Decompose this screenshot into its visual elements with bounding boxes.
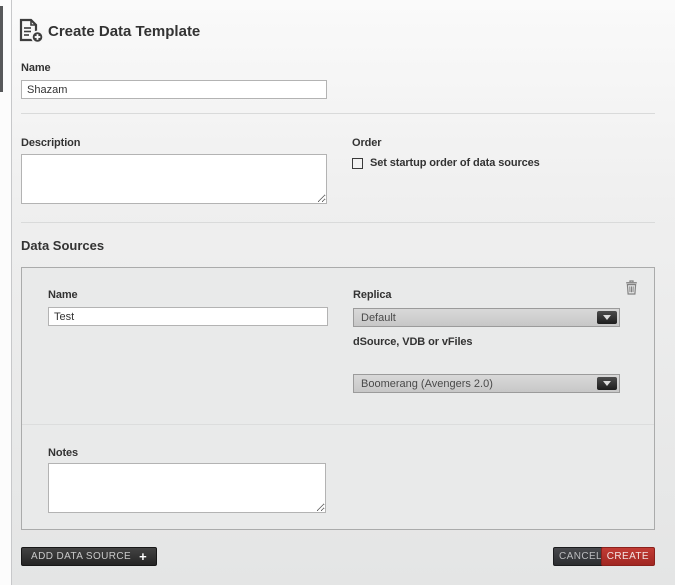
startup-order-checkbox-row[interactable]: Set startup order of data sources: [352, 157, 540, 169]
replica-dropdown-arrow-button[interactable]: [597, 311, 617, 324]
chevron-down-icon: [603, 315, 611, 320]
plus-icon: +: [139, 550, 147, 563]
divider-2: [21, 222, 655, 223]
ds-name-input[interactable]: [48, 307, 328, 326]
notes-textarea[interactable]: [48, 463, 326, 513]
replica-dropdown[interactable]: Default: [353, 308, 620, 327]
cancel-button-label: CANCEL: [559, 551, 602, 562]
add-data-source-button[interactable]: ADD DATA SOURCE +: [21, 547, 157, 566]
notes-label: Notes: [48, 447, 78, 459]
name-label: Name: [21, 62, 51, 74]
divider-1: [21, 113, 655, 114]
data-source-card: Name Replica Default dSource, VDB or vFi…: [21, 267, 655, 530]
dsource-label: dSource, VDB or vFiles: [353, 336, 472, 348]
dsource-dropdown[interactable]: Boomerang (Avengers 2.0): [353, 374, 620, 393]
startup-order-checkbox[interactable]: [352, 158, 363, 169]
cancel-button[interactable]: CANCEL: [553, 547, 608, 566]
ds-name-label: Name: [48, 289, 78, 301]
delete-data-source-button[interactable]: [625, 280, 638, 300]
window-edge-artifact: [0, 6, 3, 92]
create-button[interactable]: CREATE: [601, 547, 655, 566]
add-data-source-label: ADD DATA SOURCE: [31, 551, 131, 562]
page-title: Create Data Template: [48, 23, 200, 40]
ds-inner-divider: [22, 424, 654, 425]
description-textarea[interactable]: [21, 154, 327, 204]
create-template-icon: [17, 18, 44, 49]
dsource-selected-value: Boomerang (Avengers 2.0): [361, 378, 493, 390]
dsource-dropdown-arrow-button[interactable]: [597, 377, 617, 390]
data-sources-heading: Data Sources: [21, 238, 104, 253]
chevron-down-icon: [603, 381, 611, 386]
description-label: Description: [21, 137, 80, 149]
create-button-label: CREATE: [607, 551, 649, 562]
name-input[interactable]: [21, 80, 327, 99]
startup-order-checkbox-label: Set startup order of data sources: [370, 157, 540, 169]
order-label: Order: [352, 137, 381, 149]
replica-label: Replica: [353, 289, 391, 301]
replica-selected-value: Default: [361, 312, 396, 324]
